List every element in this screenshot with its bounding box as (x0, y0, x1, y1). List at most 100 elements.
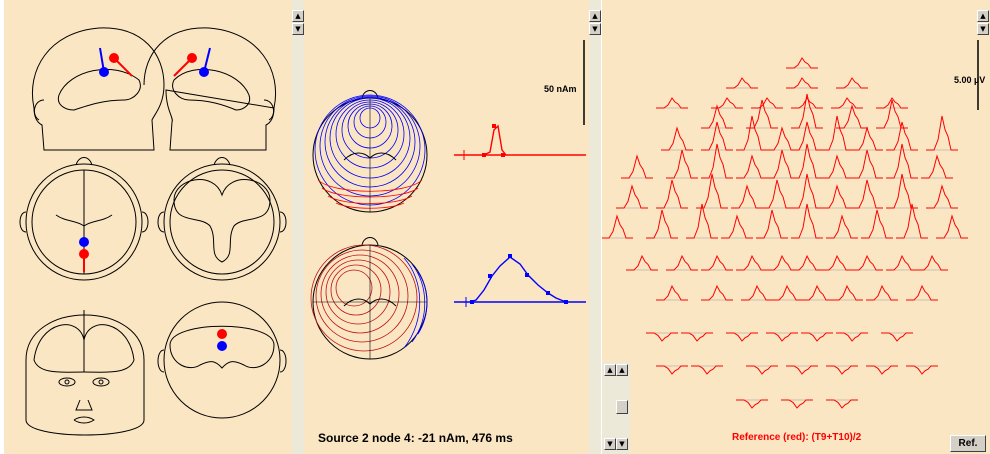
eeg-trace (906, 365, 938, 375)
slider-down-button[interactable]: ▼ (604, 438, 616, 450)
source-waveform-1 (454, 124, 586, 160)
eeg-trace (701, 284, 733, 301)
slider-up-button-2[interactable]: ▲ (616, 364, 628, 376)
eeg-trace (736, 115, 768, 151)
eeg-trace (851, 179, 883, 209)
eeg-trace (801, 284, 833, 301)
eeg-trace (926, 115, 958, 151)
eeg-trace (711, 97, 743, 109)
eeg-trace (766, 254, 798, 271)
eeg-trace (886, 254, 918, 271)
eeg-trace (736, 154, 768, 179)
eeg-trace (726, 77, 758, 89)
eeg-trace (786, 57, 818, 69)
eeg-trace (791, 143, 823, 179)
reference-caption: Reference (red): (T9+T10)/2 (732, 432, 862, 443)
slider-up-button[interactable]: ▲ (604, 364, 616, 376)
eeg-trace (936, 214, 968, 239)
eeg-trace (821, 154, 853, 179)
source-map-1 (312, 90, 428, 213)
source-drawing (310, 40, 586, 360)
eeg-trace (876, 97, 908, 109)
eeg-trace (906, 284, 938, 301)
eeg-trace (766, 149, 798, 179)
dipoles (79, 47, 227, 351)
eeg-trace (731, 184, 763, 209)
left-panel-scrollbar[interactable]: ▲ ▼ (292, 0, 304, 454)
eeg-trace (786, 77, 818, 89)
head-views-panel (4, 0, 292, 454)
scroll-up-button[interactable]: ▲ (292, 10, 304, 22)
eeg-trace (751, 97, 783, 109)
eeg-trace (736, 399, 768, 409)
eeg-trace (666, 149, 698, 179)
eeg-traces (602, 40, 979, 409)
eeg-trace (826, 214, 858, 239)
time-slider[interactable]: ▲ ▲ ▼ ▼ (602, 362, 630, 454)
head-views-drawing (19, 27, 287, 436)
eeg-trace (656, 97, 688, 109)
eeg-trace (696, 173, 728, 209)
middle-panel-scrollbar[interactable]: ▲ ▼ (589, 0, 601, 454)
eeg-trace (701, 143, 733, 179)
eeg-trace (886, 173, 918, 209)
eeg-trace (886, 143, 918, 179)
eeg-trace (791, 97, 823, 109)
scroll-up-button[interactable]: ▲ (977, 10, 989, 22)
eeg-trace (881, 332, 913, 342)
coronal-head-left (25, 310, 145, 436)
eeg-trace (771, 284, 803, 301)
eeg-trace (746, 365, 778, 375)
eeg-trace (791, 173, 823, 209)
eeg-trace (621, 154, 653, 179)
eeg-trace (821, 184, 853, 209)
eeg-trace (916, 254, 948, 271)
eeg-trace (656, 284, 688, 301)
eeg-trace (756, 209, 788, 239)
eeg-trace (656, 365, 688, 375)
scroll-down-button[interactable]: ▼ (977, 23, 989, 35)
eeg-trace (866, 365, 898, 375)
eeg-trace (686, 203, 718, 239)
eeg-trace (701, 104, 733, 129)
eeg-trace (896, 203, 928, 239)
eeg-trace (821, 254, 853, 271)
eeg-trace (781, 399, 813, 409)
eeg-trace (661, 126, 693, 151)
eeg-trace (602, 214, 633, 239)
eeg-trace (721, 214, 753, 239)
eeg-trace (766, 126, 798, 151)
scroll-up-button[interactable]: ▲ (589, 10, 601, 22)
slider-thumb[interactable] (616, 400, 628, 414)
eeg-trace (666, 254, 698, 271)
eeg-trace (926, 184, 958, 209)
eeg-scale-scrollbar[interactable]: ▲ ▼ (977, 0, 990, 454)
source-map-2 (310, 237, 428, 360)
eeg-trace (861, 209, 893, 239)
eeg-trace (866, 284, 898, 301)
eeg-panel: 5.00 µV Reference (red): (T9+T10)/2 Ref. (602, 0, 990, 454)
eeg-trace (736, 254, 768, 271)
eeg-trace (836, 77, 868, 89)
eeg-trace (826, 365, 858, 375)
eeg-trace (646, 209, 678, 239)
eeg-trace (921, 154, 953, 179)
eeg-trace (836, 332, 868, 342)
source-panel: 50 nAm Source 2 node 4: -21 nAm, 476 ms (304, 0, 589, 454)
eeg-trace (851, 149, 883, 179)
eeg-trace (626, 254, 658, 271)
eeg-trace (836, 104, 868, 129)
eeg-trace (701, 254, 733, 271)
eeg-trace (646, 332, 678, 342)
axial-head-right (157, 157, 287, 281)
eeg-trace (791, 254, 823, 271)
eeg-trace (761, 179, 793, 209)
scroll-down-button[interactable]: ▼ (589, 23, 601, 35)
eeg-trace (826, 399, 858, 409)
source-waveform-2 (454, 254, 586, 307)
coronal-head-right (157, 301, 287, 419)
sagittal-head-left (32, 27, 165, 151)
scroll-down-button[interactable]: ▼ (292, 23, 304, 35)
eeg-trace (766, 332, 798, 342)
slider-down-button-2[interactable]: ▼ (616, 438, 628, 450)
